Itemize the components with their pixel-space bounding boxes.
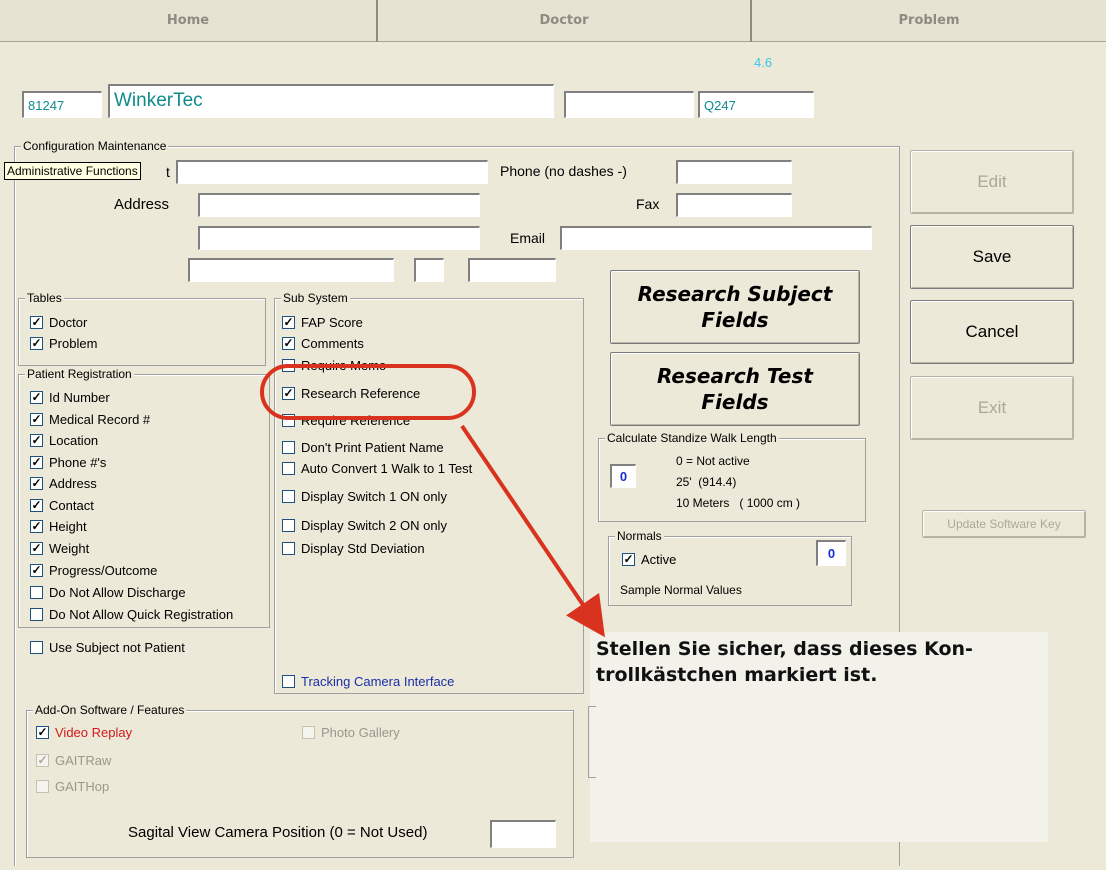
annotation-overlay bbox=[260, 364, 605, 638]
highlight-ellipse bbox=[260, 364, 476, 420]
annotation-arrow bbox=[460, 424, 605, 638]
